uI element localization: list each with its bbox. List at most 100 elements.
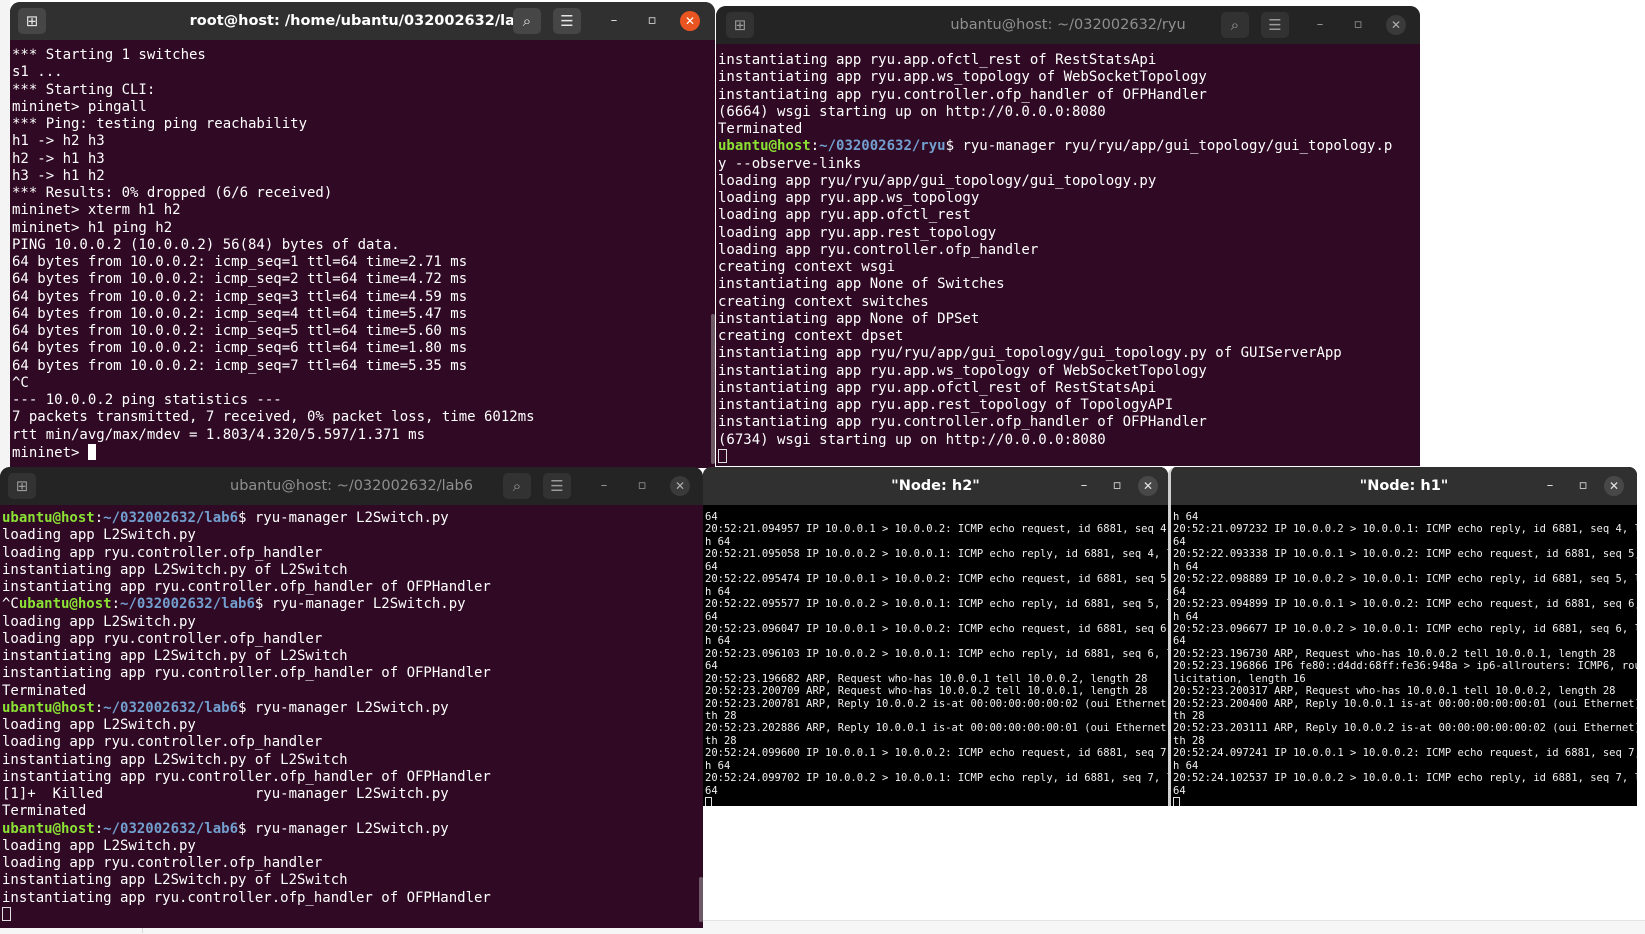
terminal-line: 20:52:24.099702 IP 10.0.0.2 > 10.0.0.1: … [705,772,1168,785]
scrollbar[interactable] [711,314,715,464]
terminal-line: 20:52:21.094957 IP 10.0.0.1 > 10.0.0.2: … [705,523,1168,536]
minimize-icon[interactable]: – [1540,476,1560,496]
terminal-line: 20:52:23.200317 ARP, Request who-has 10.… [1173,685,1616,698]
titlebar[interactable]: "Node: h1" – ▫ ✕ [1171,467,1637,505]
terminal-window-lab6[interactable]: ⊞ ubantu@host: ~/032002632/lab6 ⌕ ☰ – ▫ … [0,467,703,928]
maximize-icon[interactable]: ▫ [1348,15,1368,35]
scrollbar[interactable] [699,877,703,922]
terminal-output[interactable]: *** Starting 1 switches s1 ... *** Startin… [10,47,715,468]
terminal-line: creating context wsgi [718,259,896,275]
terminal-line: h 64 [705,759,731,772]
terminal-window-ryu[interactable]: ⊞ ubantu@host: ~/032002632/ryu ⌕ ☰ – ▫ ✕… [716,6,1420,466]
xterm-window-node-h2[interactable]: "Node: h2" – ▫ ✕ 64 20:52:21.094957 IP 10… [703,467,1168,806]
xterm-window-node-h1[interactable]: "Node: h1" – ▫ ✕ h 64 20:52:21.097232 IP … [1168,467,1637,806]
prompt-path: ~/032002632/lab6 [103,510,239,526]
minimize-icon[interactable]: – [594,476,614,496]
search-icon[interactable]: ⌕ [513,8,541,34]
terminal-line: loading app L2Switch.py [2,527,196,544]
hamburger-menu-icon[interactable]: ☰ [553,8,581,34]
close-icon[interactable]: ✕ [1138,476,1158,496]
prompt-line: ubantu@host:~/032002632/lab6$ ryu-manage… [2,821,703,838]
maximize-icon[interactable]: ▫ [1107,476,1127,496]
maximize-icon[interactable]: ▫ [1573,476,1593,496]
terminal-line: 20:52:23.196682 ARP, Request who-has 10.… [705,672,1148,685]
maximize-icon[interactable]: ▫ [632,476,652,496]
new-tab-icon[interactable]: ⊞ [8,473,36,499]
command-text: $ ryu-manager ryu/ryu/app/gui_topology/g… [945,138,1393,155]
terminal-line: instantiating app ryu.app.ws_topology of… [718,69,1207,86]
close-icon[interactable]: ✕ [670,476,690,496]
search-icon[interactable]: ⌕ [1221,12,1249,38]
terminal-line: 64 bytes from 10.0.0.2: icmp_seq=6 ttl=6… [12,340,468,357]
titlebar[interactable]: ⊞ ubantu@host: ~/032002632/lab6 ⌕ ☰ – ▫ … [0,467,703,505]
prompt-user: ubantu@host [2,510,95,526]
terminal-line: 20:52:23.096103 IP 10.0.0.2 > 10.0.0.1: … [705,647,1168,660]
new-tab-icon[interactable]: ⊞ [726,12,754,38]
text-cursor[interactable] [705,797,712,806]
titlebar[interactable]: "Node: h2" – ▫ ✕ [703,467,1168,505]
terminal-line: 64 bytes from 10.0.0.2: icmp_seq=7 ttl=6… [12,357,468,374]
window-title: "Node: h2" [891,478,980,494]
minimize-icon[interactable]: – [1310,15,1330,35]
new-tab-icon[interactable]: ⊞ [18,8,46,34]
terminal-line: instantiating app L2Switch.py of L2Switc… [2,751,348,768]
terminal-output[interactable]: instantiating app ryu.app.ofctl_rest of … [716,52,1420,466]
terminal-line: instantiating app ryu.controller.ofp_han… [718,86,1207,103]
hamburger-menu-icon[interactable]: ☰ [543,473,571,499]
terminal-line: *** Results: 0% dropped (6/6 received) [12,185,333,201]
prompt-line: mininet> [12,443,715,461]
minimize-icon[interactable]: – [604,11,624,31]
terminal-line: instantiating app L2Switch.py of L2Switc… [2,648,348,664]
terminal-line: 20:52:23.094899 IP 10.0.0.1 > 10.0.0.2: … [1173,598,1637,611]
terminal-line: 64 [705,560,718,573]
hamburger-menu-icon[interactable]: ☰ [1261,12,1289,38]
terminal-line: 20:52:23.200400 ARP, Reply 10.0.0.1 is-a… [1173,697,1637,710]
terminal-line: h 64 [705,535,731,548]
minimize-icon[interactable]: – [1074,476,1094,496]
terminal-output[interactable]: ubantu@host:~/032002632/lab6$ ryu-manage… [0,510,703,928]
terminal-line: mininet> h1 ping h2 [12,219,173,236]
titlebar[interactable]: ⊞ root@host: /home/ubantu/032002632/lab6… [10,2,715,40]
terminal-line: th 28 [1173,734,1205,747]
prompt-path: ~/032002632/ryu [819,138,946,155]
terminal-line: instantiating app ryu.controller.ofp_han… [718,414,1207,431]
terminal-line: h 64 [1173,511,1199,523]
maximize-icon[interactable]: ▫ [642,11,662,31]
xterm-output[interactable]: h 64 20:52:21.097232 IP 10.0.0.2 > 10.0.0… [1171,511,1637,806]
terminal-line: loading app ryu.controller.ofp_handler [2,855,323,871]
terminal-line: h 64 [1173,610,1199,623]
prompt-line [2,906,703,924]
terminal-line: loading app L2Switch.py [2,613,196,630]
terminal-line: instantiating app ryu.app.ofctl_rest of … [718,52,1157,68]
text-cursor[interactable] [718,448,727,463]
close-icon[interactable]: ✕ [680,11,700,31]
terminal-line: instantiating app ryu.controller.ofp_han… [2,665,491,682]
terminal-line: 20:52:24.097241 IP 10.0.0.1 > 10.0.0.2: … [1173,747,1637,760]
prompt-line: ubantu@host:~/032002632/lab6$ ryu-manage… [2,700,703,717]
close-icon[interactable]: ✕ [1604,476,1624,496]
terminal-line: 20:52:23.200709 ARP, Request who-has 10.… [705,685,1148,698]
terminal-line: (6664) wsgi starting up on http://0.0.0.… [718,103,1106,120]
text-cursor[interactable] [2,906,11,921]
terminal-line: 64 bytes from 10.0.0.2: icmp_seq=3 ttl=6… [12,288,468,305]
terminal-line: y --observe-links [718,155,862,172]
terminal-line: 64 [705,511,718,523]
terminal-line: loading app ryu.controller.ofp_handler [718,241,1039,258]
terminal-line: instantiating app ryu.controller.ofp_han… [2,768,491,785]
xterm-output[interactable]: 64 20:52:21.094957 IP 10.0.0.1 > 10.0.0.2… [703,511,1168,806]
search-icon[interactable]: ⌕ [503,473,531,499]
terminal-line: 64 [1173,585,1186,598]
terminal-line: Terminated [718,121,803,137]
close-icon[interactable]: ✕ [1386,15,1406,35]
terminal-line: instantiating app None of DPSet [718,310,980,327]
command-text: $ ryu-manager L2Switch.py [238,510,449,526]
terminal-line: 20:52:23.096677 IP 10.0.0.2 > 10.0.0.1: … [1173,622,1637,635]
text-cursor[interactable] [87,443,96,460]
terminal-window-mininet[interactable]: ⊞ root@host: /home/ubantu/032002632/lab6… [10,2,715,468]
terminal-line: licitation, length 16 [1173,672,1306,685]
terminal-line: loading app ryu.app.ofctl_rest [718,207,971,224]
terminal-line: loading app ryu.controller.ofp_handler [2,734,323,751]
text-cursor[interactable] [1173,797,1180,806]
titlebar[interactable]: ⊞ ubantu@host: ~/032002632/ryu ⌕ ☰ – ▫ ✕ [716,6,1420,44]
terminal-line: loading app L2Switch.py [2,717,196,733]
